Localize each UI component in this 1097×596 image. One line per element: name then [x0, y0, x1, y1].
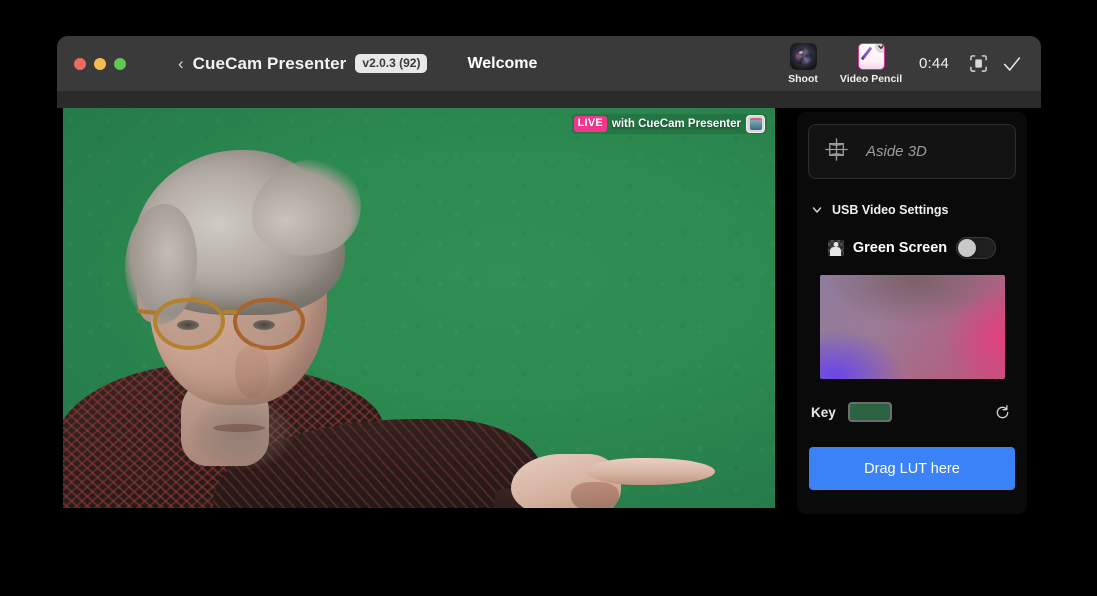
subtoolbar-strip [57, 91, 1041, 108]
portrait-matte-icon [827, 240, 844, 256]
aside-3d-placeholder: Aside 3D [866, 143, 927, 160]
back-chevron-icon[interactable]: ‹ [178, 55, 184, 72]
toolbar-right-cluster: Shoot Video Pencil 0:44 [769, 36, 1029, 91]
key-color-swatch[interactable] [847, 402, 892, 422]
usb-video-settings-header[interactable]: USB Video Settings [811, 203, 1027, 217]
live-indicator: LIVE [573, 116, 607, 132]
window-titlebar: ‹ CueCam Presenter v2.0.3 (92) Welcome S… [57, 36, 1041, 91]
confirm-checkmark-icon[interactable] [995, 47, 1029, 81]
settings-sidebar: Aside 3D USB Video Settings Green Screen… [797, 112, 1027, 514]
green-screen-label: Green Screen [852, 240, 948, 256]
video-pencil-button[interactable]: Video Pencil [837, 42, 905, 85]
live-overlay-badge: LIVE with CueCam Presenter [571, 114, 767, 134]
key-label: Key [811, 404, 836, 420]
green-screen-toggle[interactable] [956, 237, 997, 259]
video-preview-container[interactable]: LIVE with CueCam Presenter [63, 108, 775, 508]
camera-preview[interactable]: LIVE with CueCam Presenter [63, 108, 775, 508]
close-button[interactable] [74, 57, 86, 70]
shoot-label: Shoot [788, 72, 818, 85]
version-badge: v2.0.3 (92) [355, 54, 428, 73]
presenter-subject [63, 108, 775, 508]
drag-lut-button[interactable]: Drag LUT here [809, 447, 1015, 490]
reset-arrow-icon[interactable] [991, 401, 1013, 423]
usb-video-settings-label: USB Video Settings [832, 203, 949, 217]
video-pencil-label: Video Pencil [839, 72, 903, 85]
traffic-light-controls[interactable] [74, 57, 126, 70]
app-window: ‹ CueCam Presenter v2.0.3 (92) Welcome S… [57, 36, 1041, 522]
chevron-down-icon[interactable] [811, 204, 823, 216]
live-attribution-text: with CueCam Presenter [611, 118, 741, 130]
video-pencil-icon [857, 42, 885, 70]
main-content: LIVE with CueCam Presenter Aside 3D USB … [57, 108, 1041, 522]
3d-plane-grid-icon [823, 136, 850, 168]
eyeglasses [135, 294, 347, 356]
scan-frame-icon[interactable] [961, 47, 995, 81]
aside-3d-field[interactable]: Aside 3D [808, 124, 1016, 179]
recording-timer: 0:44 [919, 55, 949, 72]
chroma-gradient-preview[interactable] [819, 275, 1005, 379]
document-title: Welcome [467, 54, 538, 72]
desktop-backdrop: ‹ CueCam Presenter v2.0.3 (92) Welcome S… [0, 0, 1097, 596]
window-body: LIVE with CueCam Presenter Aside 3D USB … [57, 91, 1041, 522]
zoom-button[interactable] [114, 57, 126, 70]
shoot-button[interactable]: Shoot [769, 42, 837, 85]
cuecam-app-icon [746, 115, 765, 133]
camera-lens-icon [789, 42, 817, 70]
pointing-hand [490, 444, 715, 508]
app-name-label: CueCam Presenter [192, 53, 347, 73]
minimize-button[interactable] [94, 57, 106, 70]
key-color-row: Key [811, 401, 1013, 423]
green-screen-row: Green Screen [797, 237, 1027, 259]
